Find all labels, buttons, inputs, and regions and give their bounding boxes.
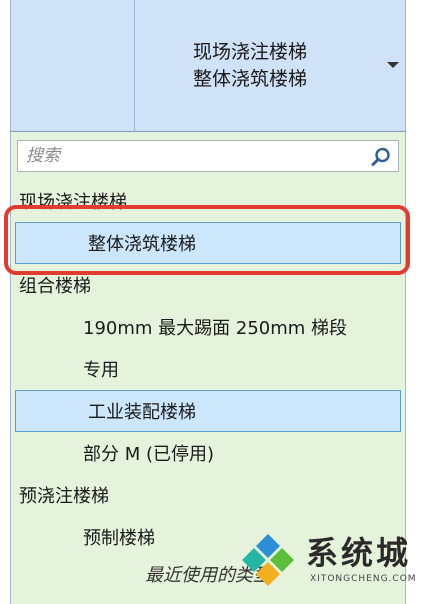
list-item-dedicated[interactable]: 专用 [11,348,405,390]
watermark-subtitle: XITONGCHENG.COM [310,574,417,584]
list-item-190mm-riser[interactable]: 190mm 最大踢面 250mm 梯段 [11,306,405,348]
type-preview-thumbnail [11,0,135,132]
watermark-diamond-icon [242,534,294,586]
list-item-part-m-disabled[interactable]: 部分 M (已停用) [11,432,405,474]
list-item-monolithic-stair[interactable]: 整体浇筑楼梯 [15,222,401,264]
watermark-logo: 系统城 XITONGCHENG.COM [232,524,424,594]
search-input[interactable] [26,144,356,168]
group-precast-stair: 预浇注楼梯 [19,486,109,507]
list-item-industrial-assembled-stair[interactable]: 工业装配楼梯 [15,390,401,432]
dropdown-arrow-icon[interactable] [387,62,399,68]
type-selector-label: 现场浇注楼梯 整体浇筑楼梯 [135,0,365,132]
search-box[interactable] [17,140,399,172]
watermark-title: 系统城 [306,534,412,572]
type-family-name: 现场浇注楼梯 [192,41,307,63]
group-cast-in-place-stair: 现场浇注楼梯 [19,192,127,213]
group-assembled-stair: 组合楼梯 [19,276,91,297]
type-name: 整体浇筑楼梯 [192,68,307,90]
search-icon[interactable] [370,146,392,168]
type-selector-dropdown[interactable]: 现场浇注楼梯 整体浇筑楼梯 [11,0,405,132]
type-selector-panel: 现场浇注楼梯 整体浇筑楼梯 现场浇注楼梯 整体浇筑楼梯 组合楼梯 190mm 最… [10,0,406,604]
